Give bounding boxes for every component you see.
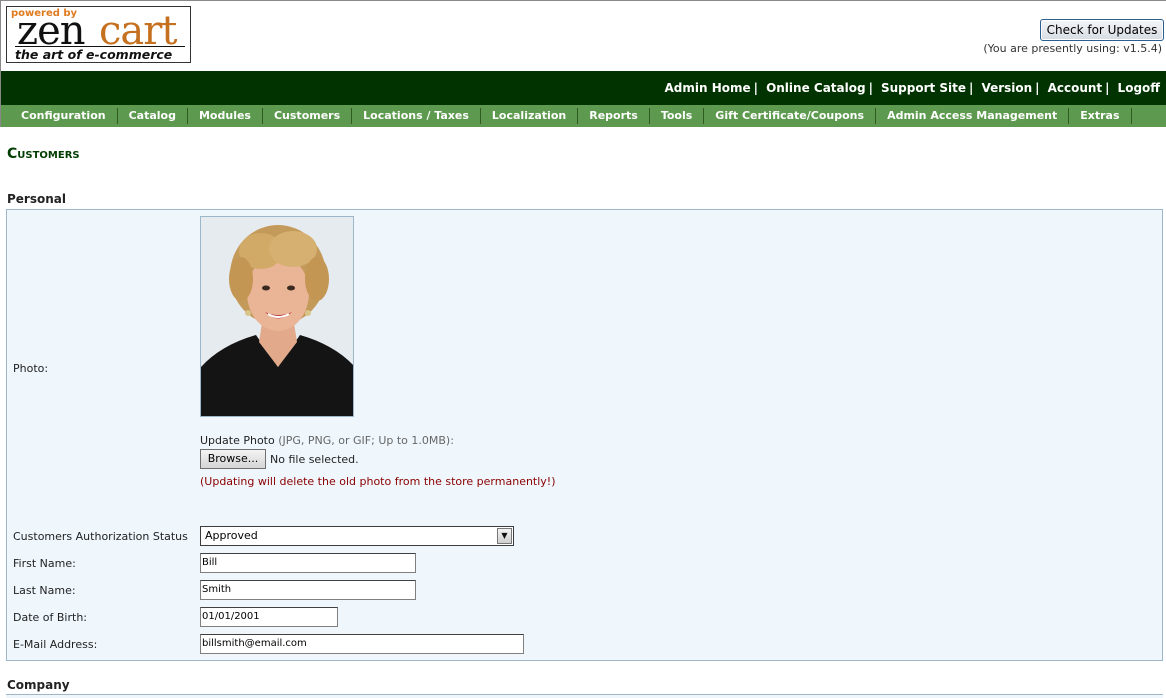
update-photo-label: Update Photo (JPG, PNG, or GIF; Up to 1.… <box>200 434 454 447</box>
email-field[interactable]: billsmith@email.com <box>200 634 524 654</box>
auth-status-value: Approved <box>205 529 258 542</box>
auth-status-select[interactable]: Approved ▼ <box>200 526 514 546</box>
chevron-down-icon[interactable]: ▼ <box>497 528 512 544</box>
browse-button[interactable]: Browse... <box>200 449 266 469</box>
nav-account[interactable]: Account | <box>1048 81 1118 95</box>
dob-label: Date of Birth: <box>13 611 88 624</box>
nav-online-catalog[interactable]: Online Catalog | <box>766 81 881 95</box>
menu-tools[interactable]: Tools <box>650 108 705 124</box>
header: powered by zen cart the art of e-commerc… <box>0 0 1166 71</box>
photo-label: Photo: <box>13 362 49 375</box>
menu-admin-access-management[interactable]: Admin Access Management <box>876 108 1070 124</box>
zen-cart-logo[interactable]: powered by zen cart the art of e-commerc… <box>6 6 191 63</box>
nav-logoff[interactable]: Logoff <box>1118 81 1160 95</box>
email-label: E-Mail Address: <box>13 638 98 651</box>
dob-field[interactable]: 01/01/2001 <box>200 607 338 627</box>
customer-photo <box>200 216 354 417</box>
menu-localization[interactable]: Localization <box>481 108 579 124</box>
nav-version[interactable]: Version | <box>981 81 1047 95</box>
last-name-label: Last Name: <box>13 584 76 597</box>
menu-customers[interactable]: Customers <box>263 108 353 124</box>
last-name-field[interactable]: Smith <box>200 580 416 600</box>
update-photo-hint: (JPG, PNG, or GIF; Up to 1.0MB): <box>278 434 454 447</box>
first-name-field[interactable]: Bill <box>200 553 416 573</box>
auth-status-label: Customers Authorization Status <box>13 530 188 543</box>
logo-tagline: the art of e-commerce <box>15 46 185 62</box>
first-name-label: First Name: <box>13 557 76 570</box>
menu-reports[interactable]: Reports <box>578 108 650 124</box>
menu-extras[interactable]: Extras <box>1069 108 1132 124</box>
section-heading-company: Company <box>7 678 70 692</box>
admin-menu-bar: Configuration Catalog Modules Customers … <box>0 105 1166 127</box>
nav-admin-home[interactable]: Admin Home | <box>665 81 767 95</box>
file-status: No file selected. <box>270 453 359 466</box>
photo-warning: (Updating will delete the old photo from… <box>200 475 556 488</box>
page-title: Customers <box>7 146 80 162</box>
menu-locations-taxes[interactable]: Locations / Taxes <box>352 108 481 124</box>
menu-catalog[interactable]: Catalog <box>118 108 188 124</box>
company-panel-edge <box>6 694 1163 698</box>
nav-support-site[interactable]: Support Site | <box>881 81 981 95</box>
check-for-updates-button[interactable]: Check for Updates <box>1040 19 1164 41</box>
section-heading-personal: Personal <box>7 192 66 206</box>
menu-configuration[interactable]: Configuration <box>10 108 118 124</box>
customer-photo-image <box>201 217 353 416</box>
personal-panel: Photo: Update Photo (JPG, PNG, or GIF; U… <box>6 209 1163 661</box>
version-note: (You are presently using: v1.5.4) <box>983 42 1162 55</box>
menu-gift-certificate-coupons[interactable]: Gift Certificate/Coupons <box>704 108 877 124</box>
menu-modules[interactable]: Modules <box>188 108 263 124</box>
admin-top-nav: Admin Home | Online Catalog | Support Site… <box>0 71 1166 105</box>
update-photo-text: Update Photo <box>200 434 275 447</box>
